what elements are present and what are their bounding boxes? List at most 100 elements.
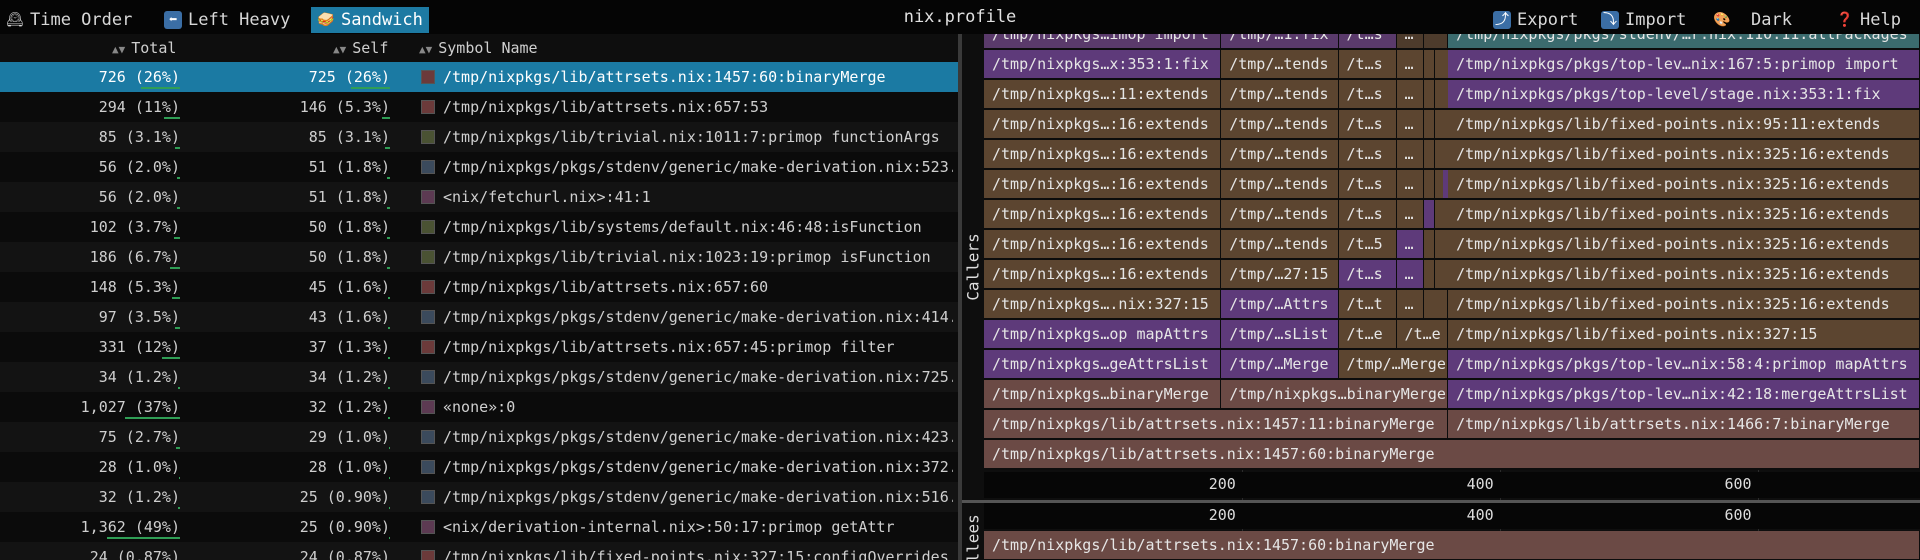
flame-frame[interactable]: /tmp/nixpkgs/pkgs/top-lev…nix:167:5:prim… [1448, 50, 1920, 80]
export-button[interactable]: ⤴ Export [1487, 7, 1584, 33]
symbol-column-header[interactable]: ▲▼ Symbol Name [419, 39, 538, 57]
flame-frame[interactable]: /tmp/…Merge [1221, 350, 1339, 380]
table-row[interactable]: 32 (1.2%) 25 (0.90%) /tmp/nixpkgs/pkgs/std… [0, 482, 958, 512]
flame-frame[interactable]: /tmp/nixpkgs…:16:extends [984, 230, 1222, 260]
flame-frame[interactable]: /tmp/…tends [1221, 140, 1339, 170]
flame-frame[interactable]: /tmp/nixpkgs/pkgs/top-lev…nix:58:4:primo… [1448, 350, 1920, 380]
flame-frame[interactable]: /tmp/…1:fix [1221, 34, 1339, 50]
flame-frame[interactable]: /t…t [1338, 290, 1397, 320]
total-column-header[interactable]: ▲▼ Total [112, 39, 176, 57]
flame-frame[interactable]: /t…s [1338, 50, 1397, 80]
table-row[interactable]: 331 (12%) 37 (1.3%) /tmp/nixpkgs/lib/attrs… [0, 332, 958, 362]
flame-frame[interactable]: /tmp/nixpkgs/lib/fixed-points.nix:327:15 [1448, 320, 1920, 350]
flame-frame[interactable]: /tmp/nixpkgs/lib/attrsets.nix:1457:60:bi… [984, 531, 1920, 560]
flame-frame[interactable] [1423, 140, 1436, 170]
flame-frame[interactable]: /tmp/nixpkgs…op mapAttrs [984, 320, 1222, 350]
flame-frame[interactable] [1423, 260, 1436, 290]
table-row[interactable]: 1,027 (37%) 32 (1.2%) «none»:0 [0, 392, 958, 422]
flame-frame[interactable]: /tmp/nixpkgs…:16:extends [984, 260, 1222, 290]
flame-frame[interactable]: … [1396, 34, 1424, 50]
table-row[interactable]: 148 (5.3%) 45 (1.6%) /tmp/nixpkgs/lib/attr… [0, 272, 958, 302]
flame-frame[interactable] [1423, 110, 1436, 140]
table-row[interactable]: 102 (3.7%) 50 (1.8%) /tmp/nixpkgs/lib/syst… [0, 212, 958, 242]
flame-frame[interactable]: /tmp/nixpkgs/lib/fixed-points.nix:325:16… [1448, 200, 1920, 230]
table-row[interactable]: 34 (1.2%) 34 (1.2%) /tmp/nixpkgs/pkgs/stde… [0, 362, 958, 392]
flame-frame[interactable]: … [1396, 200, 1424, 230]
table-row[interactable]: 85 (3.1%) 85 (3.1%) /tmp/nixpkgs/lib/trivi… [0, 122, 958, 152]
flame-frame[interactable]: /tmp/nixpkgs…binaryMerge [984, 380, 1222, 410]
flame-frame[interactable] [1423, 230, 1436, 260]
flame-frame[interactable]: /tmp/nixpkgs/pkgs/top-lev…nix:42:18:merg… [1448, 380, 1920, 410]
sandwich-button[interactable]: 🥪 Sandwich [311, 7, 429, 33]
flame-frame[interactable]: /tmp/nixpkgs…geAttrsList [984, 350, 1222, 380]
flame-frame[interactable]: … [1396, 260, 1424, 290]
flame-frame[interactable]: /t…s [1338, 260, 1397, 290]
flame-frame[interactable]: /tmp/…Merge [1338, 350, 1449, 380]
flame-frame[interactable]: /tmp/nixpkgs…:16:extends [984, 140, 1222, 170]
flame-frame[interactable]: /tmp/nixpkgs…:16:extends [984, 110, 1222, 140]
flame-frame[interactable]: /tmp/…tends [1221, 230, 1339, 260]
flame-frame[interactable]: /t…s [1338, 170, 1397, 200]
table-row[interactable]: 294 (11%) 146 (5.3%) /tmp/nixpkgs/lib/attr… [0, 92, 958, 122]
table-row[interactable]: 56 (2.0%) 51 (1.8%) <nix/fetchurl.nix>:41:… [0, 182, 958, 212]
table-row[interactable]: 75 (2.7%) 29 (1.0%) /tmp/nixpkgs/pkgs/stde… [0, 422, 958, 452]
flame-frame[interactable]: /tmp/…tends [1221, 110, 1339, 140]
flame-frame[interactable]: /tmp/nixpkgs/lib/fixed-points.nix:325:16… [1448, 290, 1920, 320]
flame-frame[interactable]: /tmp/nixpkgs…binaryMerge [1221, 380, 1449, 410]
flame-frame[interactable]: /tmp/nixpkgs…imop import [984, 34, 1222, 50]
flame-frame[interactable]: /tmp/nixpkgs…:11:extends [984, 80, 1222, 110]
table-row[interactable]: 24 (0.87%) 24 (0.87%) /tmp/nixpkgs/lib/fix… [0, 542, 958, 560]
flame-frame[interactable]: /t…s [1338, 110, 1397, 140]
flame-frame[interactable]: … [1396, 80, 1424, 110]
flame-frame[interactable]: /tmp/…tends [1221, 200, 1339, 230]
flame-frame[interactable]: … [1396, 290, 1424, 320]
flame-frame[interactable]: … [1396, 170, 1424, 200]
flame-frame[interactable] [1423, 200, 1436, 230]
flame-frame[interactable]: /tmp/nixpkgs/lib/attrsets.nix:1457:11:bi… [984, 410, 1449, 440]
flame-frame[interactable]: /t…e [1396, 320, 1449, 350]
flame-frame[interactable]: /tmp/…tends [1221, 80, 1339, 110]
flame-frame[interactable]: /tmp/…tends [1221, 170, 1339, 200]
flame-frame[interactable]: /t…s [1338, 34, 1397, 50]
flame-frame[interactable] [1423, 290, 1449, 320]
flame-frame[interactable]: /tmp/nixpkgs/lib/fixed-points.nix:325:16… [1448, 230, 1920, 260]
flame-frame[interactable]: /tmp/nixpkgs/lib/fixed-points.nix:325:16… [1448, 260, 1920, 290]
flame-frame[interactable]: /tmp/…sList [1221, 320, 1339, 350]
flame-frame[interactable]: /t…s [1338, 140, 1397, 170]
flame-frame[interactable] [1423, 34, 1449, 50]
flame-frame[interactable]: /t…s [1338, 200, 1397, 230]
flame-frame[interactable]: … [1396, 230, 1424, 260]
table-row[interactable]: 56 (2.0%) 51 (1.8%) /tmp/nixpkgs/pkgs/stde… [0, 152, 958, 182]
table-row[interactable]: 726 (26%) 725 (26%) /tmp/nixpkgs/lib/attrs… [0, 62, 958, 92]
flame-frame[interactable]: /tmp/nixpkgs….nix:327:15 [984, 290, 1222, 320]
flame-frame[interactable]: /tmp/nixpkgs/pkgs/top-level/stage.nix:35… [1448, 80, 1920, 110]
import-button[interactable]: ⤵ Import [1595, 7, 1692, 33]
flame-frame[interactable]: /t…s [1338, 80, 1397, 110]
flame-frame[interactable]: /tmp/nixpkgs…:16:extends [984, 170, 1222, 200]
flame-frame[interactable]: /tmp/…Attrs [1221, 290, 1339, 320]
flame-frame[interactable]: /tmp/…27:15 [1221, 260, 1339, 290]
flame-frame[interactable]: /tmp/nixpkgs…:16:extends [984, 200, 1222, 230]
theme-button[interactable]: 🎨 Dark [1707, 7, 1798, 33]
flame-frame[interactable]: /tmp/nixpkgs/lib/attrsets.nix:1457:60:bi… [984, 440, 1920, 470]
flame-frame[interactable]: /tmp/nixpkgs/lib/attrsets.nix:1466:7:bin… [1448, 410, 1920, 440]
flame-frame[interactable]: /tmp/nixpkgs/lib/fixed-points.nix:325:16… [1448, 170, 1920, 200]
table-row[interactable]: 1,362 (49%) 25 (0.90%) <nix/derivation-int… [0, 512, 958, 542]
table-row[interactable]: 28 (1.0%) 28 (1.0%) /tmp/nixpkgs/pkgs/stde… [0, 452, 958, 482]
help-button[interactable]: ❓ Help [1830, 7, 1907, 33]
flame-frame[interactable] [1423, 80, 1436, 110]
flame-frame[interactable]: … [1396, 110, 1424, 140]
left-heavy-button[interactable]: ⬅ Left Heavy [158, 7, 296, 33]
flame-frame[interactable]: /tmp/nixpkgs/lib/fixed-points.nix:95:11:… [1448, 110, 1920, 140]
flame-frame[interactable]: /tmp/nixpkgs…x:353:1:fix [984, 50, 1222, 80]
table-row[interactable]: 186 (6.7%) 50 (1.8%) /tmp/nixpkgs/lib/triv… [0, 242, 958, 272]
flame-frame[interactable] [1423, 50, 1436, 80]
table-row[interactable]: 97 (3.5%) 43 (1.6%) /tmp/nixpkgs/pkgs/stde… [0, 302, 958, 332]
flame-frame[interactable] [1423, 170, 1436, 200]
flame-frame[interactable]: … [1396, 50, 1424, 80]
self-column-header[interactable]: ▲▼ Self [333, 39, 388, 57]
time-order-button[interactable]: 🕰 Time Order [0, 7, 138, 33]
flame-frame[interactable]: /t…e [1338, 320, 1397, 350]
flame-frame[interactable]: … [1396, 140, 1424, 170]
flame-frame[interactable]: /tmp/…tends [1221, 50, 1339, 80]
